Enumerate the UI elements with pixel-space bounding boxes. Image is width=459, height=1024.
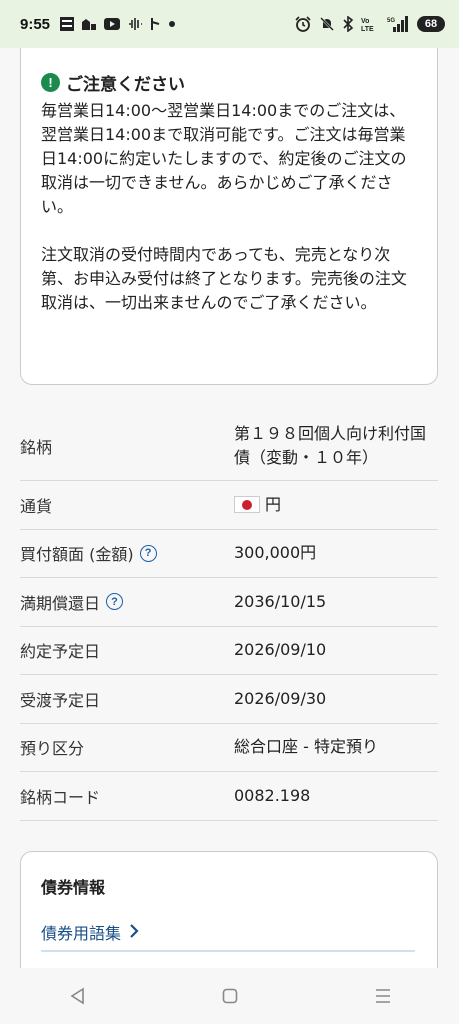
- svg-text:LTE: LTE: [361, 26, 374, 32]
- detail-label-with-help: 満期償還日 ?: [20, 590, 234, 614]
- chevron-right-icon: [129, 923, 139, 942]
- detail-row-delivery-date: 受渡予定日 2026/09/30: [20, 675, 438, 724]
- japan-flag-icon: [234, 495, 260, 513]
- detail-value: 2026/09/30: [234, 688, 327, 708]
- warning-icon: !: [41, 73, 60, 92]
- home-icon[interactable]: [210, 976, 250, 1016]
- detail-value: 2026/09/10: [234, 640, 327, 660]
- bond-info-title: 債券情報: [41, 878, 106, 897]
- system-icons: Vo LTE 5G 68: [295, 16, 445, 32]
- 5g-signal-icon: 5G: [387, 16, 409, 32]
- notice-paragraph-1: 毎営業日14:00〜翌営業日14:00までのご注文は、翌営業日14:00まで取消…: [41, 101, 407, 216]
- detail-label: 受渡予定日: [20, 690, 101, 710]
- detail-row-account-type: 預り区分 総合口座 - 特定預り: [20, 724, 438, 772]
- app-icon: [81, 17, 97, 31]
- detail-row-contract-date: 約定予定日 2026/09/10: [20, 627, 438, 675]
- help-icon[interactable]: ?: [106, 593, 124, 611]
- help-icon[interactable]: ?: [139, 544, 157, 562]
- detail-label: 通貨: [20, 496, 53, 516]
- notice-paragraph-2: 注文取消の受付時間内であっても、完売となり次第、お申込み受付は終了となります。完…: [41, 245, 407, 312]
- svg-text:5G: 5G: [387, 18, 395, 24]
- detail-value-currency: 円: [234, 493, 438, 517]
- detail-label: 約定予定日: [20, 642, 101, 662]
- detail-value: 第１９８回個人向け利付国債（変動・１０年）: [234, 423, 427, 467]
- detail-row-currency: 通貨 円: [20, 481, 438, 530]
- detail-row-brand: 銘柄 第１９８回個人向け利付国債（変動・１０年）: [20, 411, 438, 481]
- menu-icon[interactable]: [363, 976, 403, 1016]
- detail-value: 0082.198: [234, 785, 311, 805]
- bond-glossary-link[interactable]: 債券用語集: [41, 920, 415, 952]
- currency-text: 円: [265, 494, 282, 514]
- detail-value: 2036/10/15: [234, 591, 327, 611]
- youtube-icon: [104, 18, 121, 30]
- bond-glossary-label: 債券用語集: [41, 924, 122, 943]
- detail-label: 買付額面 (金額): [20, 545, 134, 565]
- docomo-icon: [150, 17, 162, 31]
- bond-info-card: 債券情報 債券用語集: [20, 851, 438, 968]
- alarm-icon: [295, 16, 311, 32]
- volte-icon: Vo LTE: [361, 16, 379, 32]
- detail-label: 銘柄: [20, 437, 53, 457]
- detail-label-with-help: 買付額面 (金額) ?: [20, 541, 234, 565]
- order-details-table: 銘柄 第１９８回個人向け利付国債（変動・１０年） 通貨 円 買付額面 (金額) …: [20, 411, 438, 821]
- battery-indicator: 68: [417, 16, 445, 32]
- notice-box: ! ご注意ください 毎営業日14:00〜翌営業日14:00までのご注文は、翌営業…: [20, 48, 438, 385]
- svg-text:Vo: Vo: [361, 18, 369, 25]
- detail-label: 預り区分: [20, 739, 85, 759]
- notice-title: ! ご注意ください: [41, 70, 417, 95]
- detail-value: 300,000円: [234, 543, 317, 563]
- mute-icon: [319, 16, 335, 32]
- detail-label: 満期償還日: [20, 593, 101, 613]
- detail-value: 総合口座 - 特定預り: [234, 737, 378, 757]
- bluetooth-icon: [343, 16, 353, 32]
- audio-icon: [127, 17, 143, 31]
- dot-icon: [169, 21, 176, 27]
- notice-title-text: ご注意ください: [66, 75, 185, 95]
- page-content[interactable]: ! ご注意ください 毎営業日14:00〜翌営業日14:00までのご注文は、翌営業…: [0, 48, 459, 968]
- status-bar: 9:55 Vo LTE 5G 68: [0, 0, 459, 48]
- status-time: 9:55: [20, 15, 51, 33]
- back-icon[interactable]: [57, 976, 97, 1016]
- detail-row-brand-code: 銘柄コード 0082.198: [20, 772, 438, 821]
- notification-icons: [60, 17, 176, 31]
- detail-row-face-amount: 買付額面 (金額) ? 300,000円: [20, 530, 438, 578]
- detail-label: 銘柄コード: [20, 787, 101, 807]
- system-nav-bar: [0, 968, 459, 1024]
- detail-row-maturity: 満期償還日 ? 2036/10/15: [20, 578, 438, 627]
- uniqlo-icon: [60, 17, 75, 31]
